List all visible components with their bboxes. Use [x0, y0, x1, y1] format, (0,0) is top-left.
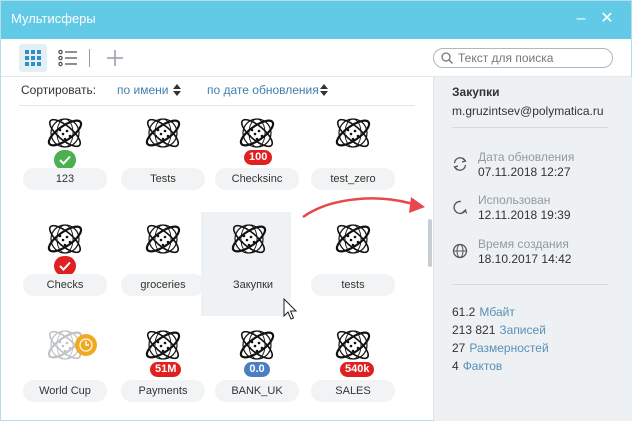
details-update-date: Дата обновления 07.11.2018 12:27	[452, 150, 622, 186]
sort-label: Сортировать:	[21, 83, 97, 97]
stat-unit: Размерностей	[469, 341, 549, 355]
details-row-label: Использован	[478, 193, 551, 207]
multispheres-window: Мультисферы – ✕ Текст для поиска Сортиро…	[0, 0, 632, 421]
sphere-name: 123	[23, 168, 107, 190]
sphere-tile[interactable]: 540k SALES	[305, 318, 401, 421]
stat-records: 213 821 Записей	[452, 323, 546, 337]
sphere-globe-icon	[145, 224, 181, 254]
sort-arrows-icon[interactable]	[173, 84, 181, 96]
details-panel: Закупки m.gruzintsev@polymatica.ru Дата …	[433, 77, 632, 421]
search-box[interactable]	[433, 48, 613, 68]
details-row-value: 12.11.2018 19:39	[478, 208, 571, 222]
sphere-tile[interactable]: 100 Checksinc	[209, 106, 305, 210]
sphere-tile[interactable]: Закупки	[201, 212, 291, 316]
window-title: Мультисферы	[11, 11, 96, 26]
stat-unit: Мбайт	[479, 305, 515, 319]
details-created-date: Время создания 18.10.2017 14:42	[452, 237, 622, 273]
sphere-name: BANK_UK	[215, 380, 299, 402]
sphere-tile[interactable]: Checks	[17, 212, 113, 316]
stat-value: 4	[452, 359, 459, 373]
used-arrow-icon	[453, 200, 468, 215]
list-view-button[interactable]	[53, 44, 81, 72]
toolbar-separator	[89, 49, 90, 67]
details-used-date: Использован 12.11.2018 19:39	[452, 193, 622, 229]
sphere-globe-icon	[335, 330, 371, 360]
sphere-tile[interactable]: groceries	[115, 212, 211, 316]
sphere-tile[interactable]: tests	[305, 212, 401, 316]
sphere-globe-icon	[145, 330, 181, 360]
sphere-name: Tests	[121, 168, 205, 190]
stat-size: 61.2 Мбайт	[452, 305, 515, 319]
minimize-button[interactable]: –	[571, 9, 591, 29]
close-button[interactable]: ✕	[597, 9, 617, 29]
toolbar	[1, 39, 631, 77]
details-row-value: 18.10.2017 14:42	[478, 252, 572, 266]
grid-scrollbar[interactable]	[428, 219, 432, 267]
details-title: Закупки	[452, 85, 500, 99]
sphere-globe-icon	[47, 118, 83, 148]
search-icon	[441, 52, 453, 64]
stat-dimensions: 27 Размерностей	[452, 341, 549, 355]
clock-icon	[79, 338, 93, 352]
sphere-tile[interactable]: Tests	[115, 106, 211, 210]
status-badge	[54, 256, 76, 276]
sphere-name: Закупки	[232, 279, 274, 291]
sphere-name: groceries	[121, 274, 205, 296]
check-icon	[59, 155, 71, 165]
sphere-tile[interactable]: World Cup	[17, 318, 113, 421]
sphere-grid: 123 Tests 100 Checksinc test_zero Checks …	[1, 106, 433, 421]
details-owner: m.gruzintsev@polymatica.ru	[452, 104, 604, 118]
details-row-value: 07.11.2018 12:27	[478, 165, 571, 179]
sphere-tile[interactable]: 0.0 BANK_UK	[209, 318, 305, 421]
globe-icon	[452, 243, 468, 259]
sphere-globe-icon	[145, 118, 181, 148]
status-badge: 540k	[340, 362, 375, 377]
details-divider	[452, 127, 608, 128]
sphere-name: Checks	[23, 274, 107, 296]
status-badge	[75, 334, 97, 356]
grid-icon	[25, 50, 41, 66]
details-row-label: Время создания	[478, 237, 569, 251]
sort-by-update-date[interactable]: по дате обновления	[207, 83, 319, 97]
sphere-globe-icon	[239, 118, 275, 148]
status-badge: 51M	[150, 362, 182, 377]
sphere-tile[interactable]: 51M Payments	[115, 318, 211, 421]
plus-icon	[107, 50, 123, 66]
details-divider	[452, 284, 608, 285]
sphere-globe-icon	[335, 118, 371, 148]
grid-view-button[interactable]	[19, 44, 47, 72]
stat-facts: 4 Фактов	[452, 359, 502, 373]
status-badge: 100	[244, 150, 273, 165]
details-row-label: Дата обновления	[478, 150, 575, 164]
sphere-name: World Cup	[23, 380, 107, 402]
sphere-name: test_zero	[311, 168, 395, 190]
sphere-tile[interactable]: test_zero	[305, 106, 401, 210]
stat-unit: Фактов	[462, 359, 503, 373]
sphere-tile[interactable]: 123	[17, 106, 113, 210]
status-badge	[54, 150, 76, 170]
sphere-globe-icon	[239, 330, 275, 360]
sphere-globe-icon	[231, 224, 267, 254]
stat-value: 213 821	[452, 323, 496, 337]
sphere-name: Payments	[121, 380, 205, 402]
sphere-name: SALES	[311, 380, 395, 402]
mouse-cursor-icon	[283, 298, 297, 320]
status-badge: 0.0	[244, 362, 270, 377]
list-icon	[58, 49, 77, 67]
stat-value: 61.2	[452, 305, 476, 319]
sort-by-name[interactable]: по имени	[117, 83, 168, 97]
title-bar: Мультисферы – ✕	[1, 1, 631, 39]
sphere-globe-icon	[47, 224, 83, 254]
stat-unit: Записей	[499, 323, 546, 337]
refresh-icon	[453, 157, 467, 171]
sphere-name: tests	[311, 274, 395, 296]
sort-arrows-icon[interactable]	[320, 84, 328, 96]
search-input[interactable]	[458, 51, 606, 65]
add-sphere-button[interactable]	[101, 44, 129, 72]
sphere-globe-icon	[335, 224, 371, 254]
check-icon	[59, 261, 71, 271]
sphere-name: Checksinc	[215, 168, 299, 190]
stat-value: 27	[452, 341, 466, 355]
